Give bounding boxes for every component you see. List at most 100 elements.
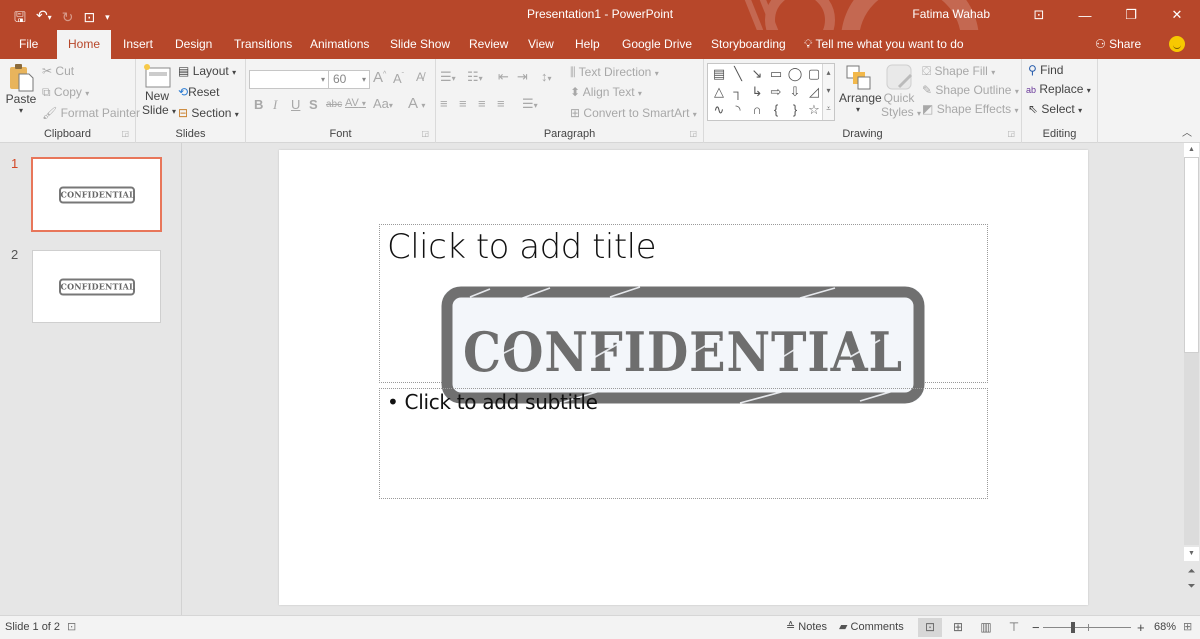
paragraph-dialog-launcher-icon[interactable]: ◲ xyxy=(689,129,697,138)
shape-oval-icon[interactable]: ◯ xyxy=(786,65,804,83)
share-button[interactable]: ⚇ Share xyxy=(1095,30,1141,59)
slide-sorter-view-button[interactable]: ⊞ xyxy=(946,618,970,637)
shape-rectangle-icon[interactable]: ▭ xyxy=(767,65,785,83)
italic-button[interactable]: I xyxy=(273,97,277,113)
format-painter-button[interactable]: 🖌︎ Format Painter xyxy=(42,106,140,120)
zoom-out-button[interactable]: − xyxy=(1032,616,1040,639)
justify-button[interactable]: ≡ xyxy=(497,96,505,111)
gallery-more-icon[interactable]: ⩡ xyxy=(823,100,834,118)
text-direction-button[interactable]: ⫼ Text Direction ▾ xyxy=(570,65,659,80)
tab-transitions[interactable]: Transitions xyxy=(224,30,302,59)
quick-styles-button[interactable]: Quick Styles ▾ xyxy=(881,63,921,119)
scrollbar-thumb[interactable] xyxy=(1184,157,1199,353)
confidential-stamp-image[interactable]: CONFIDENTIAL xyxy=(440,285,926,405)
shape-elbow-connector-icon[interactable]: ┐ xyxy=(729,83,747,101)
gallery-down-icon[interactable]: ▾ xyxy=(823,82,834,100)
reset-button[interactable]: ⟲Reset xyxy=(178,85,219,99)
tab-file[interactable]: File xyxy=(9,30,48,59)
clipboard-dialog-launcher-icon[interactable]: ◲ xyxy=(121,129,129,138)
minimize-button[interactable]: — xyxy=(1062,0,1108,30)
comments-button[interactable]: ▰ Comments xyxy=(839,616,904,639)
font-name-combo[interactable]: ▾ xyxy=(249,70,329,89)
increase-indent-button[interactable]: ⇥ xyxy=(517,69,528,85)
tell-me-search[interactable]: 💡︎ Tell me what you want to do xyxy=(804,30,964,59)
tab-slide-show[interactable]: Slide Show xyxy=(380,30,460,59)
shape-arc-icon[interactable]: ◝ xyxy=(729,101,747,119)
reading-view-button[interactable]: ▥ xyxy=(974,618,998,637)
user-name[interactable]: Fatima Wahab xyxy=(912,7,990,21)
align-text-button[interactable]: ⬍ Align Text ▾ xyxy=(570,85,642,99)
normal-view-button[interactable]: ⊡ xyxy=(918,618,942,637)
change-case-button[interactable]: Aa▾ xyxy=(373,96,393,111)
gallery-up-icon[interactable]: ▴ xyxy=(823,64,834,82)
shape-star-icon[interactable]: ☆ xyxy=(805,101,823,119)
shape-rounded-rect-icon[interactable]: ▢ xyxy=(805,65,823,83)
previous-slide-icon[interactable]: ⏶ xyxy=(1184,566,1199,577)
scroll-up-icon[interactable]: ▲ xyxy=(1184,143,1199,157)
ribbon-display-options-button[interactable]: ⊡ xyxy=(1016,0,1062,30)
shape-snip-rect-icon[interactable]: ◿ xyxy=(805,83,823,101)
underline-button[interactable]: U xyxy=(291,97,300,112)
shape-line-icon[interactable]: ╲ xyxy=(729,65,747,83)
shapes-gallery[interactable]: ▤ ╲ ↘ ▭ ◯ ▢ △ ┐ ↳ ⇨ ⇩ ◿ ∿ ◝ ∩ { } ☆ ▴ ▾ … xyxy=(707,63,835,121)
font-name-dropdown-icon[interactable]: ▾ xyxy=(321,71,325,88)
grow-font-button[interactable]: A^ xyxy=(373,69,386,86)
align-left-button[interactable]: ≡ xyxy=(440,96,448,111)
shapes-gallery-scrollbar[interactable]: ▴ ▾ ⩡ xyxy=(822,64,834,120)
zoom-level[interactable]: 68% xyxy=(1154,616,1176,639)
scroll-down-icon[interactable]: ▼ xyxy=(1184,547,1199,561)
decrease-indent-button[interactable]: ⇤ xyxy=(498,69,509,85)
numbering-button[interactable]: ☷▾ xyxy=(467,69,483,85)
drawing-dialog-launcher-icon[interactable]: ◲ xyxy=(1007,129,1015,138)
close-button[interactable]: ✕ xyxy=(1154,0,1200,30)
copy-button[interactable]: ⧉ Copy ▾ xyxy=(42,85,89,100)
paste-button[interactable]: Paste ▾ xyxy=(5,62,37,115)
new-slide-button[interactable]: New Slide ▾ xyxy=(142,63,176,117)
shrink-font-button[interactable]: Aˇ xyxy=(393,71,404,86)
shape-outline-button[interactable]: ✎ Shape Outline ▾ xyxy=(922,83,1019,97)
layout-button[interactable]: ▤ Layout ▾ xyxy=(178,64,236,78)
shape-down-arrow-icon[interactable]: ⇩ xyxy=(786,83,804,101)
clear-formatting-icon[interactable]: A̸ xyxy=(416,70,424,84)
shape-arrow-line-icon[interactable]: ↘ xyxy=(748,65,766,83)
tab-review[interactable]: Review xyxy=(459,30,518,59)
shape-fill-button[interactable]: ⛋ Shape Fill ▾ xyxy=(922,64,995,79)
character-spacing-button[interactable]: AV ▾ xyxy=(345,97,366,109)
collapse-ribbon-icon[interactable]: ︿ xyxy=(1182,124,1192,139)
shape-curve-icon[interactable]: ∩ xyxy=(748,101,766,119)
zoom-slider-handle[interactable] xyxy=(1071,622,1075,633)
find-button[interactable]: ⚲ Find xyxy=(1028,63,1063,77)
zoom-slider[interactable] xyxy=(1043,627,1131,628)
font-color-button[interactable]: A ▾ xyxy=(408,95,425,112)
convert-to-smartart-button[interactable]: ⊞ Convert to SmartArt ▾ xyxy=(570,106,697,120)
align-center-button[interactable]: ≡ xyxy=(459,96,467,111)
tab-view[interactable]: View xyxy=(518,30,564,59)
slide-thumbnail-1[interactable]: CONFIDENTIAL xyxy=(31,157,162,232)
shape-effects-button[interactable]: ◩ Shape Effects ▾ xyxy=(922,102,1019,116)
tab-animations[interactable]: Animations xyxy=(300,30,379,59)
line-spacing-button[interactable]: ↕▾ xyxy=(541,69,552,84)
restore-button[interactable]: ❐ xyxy=(1108,0,1154,30)
align-right-button[interactable]: ≡ xyxy=(478,96,486,111)
shape-triangle-icon[interactable]: △ xyxy=(710,83,728,101)
tab-design[interactable]: Design xyxy=(165,30,222,59)
arrange-button[interactable]: Arrange ▾ xyxy=(839,63,882,114)
replace-button[interactable]: ab Replace ▾ xyxy=(1026,82,1091,96)
slide-show-view-button[interactable]: ⊤ xyxy=(1002,618,1026,637)
tab-storyboarding[interactable]: Storyboarding xyxy=(701,30,796,59)
slide-canvas[interactable]: Click to add title CONFIDENTIAL • Click … xyxy=(279,150,1088,605)
tab-home[interactable]: Home xyxy=(57,30,112,59)
slide-thumbnail-2[interactable]: CONFIDENTIAL xyxy=(32,250,161,323)
next-slide-icon[interactable]: ⏷ xyxy=(1184,581,1199,592)
paste-dropdown-icon[interactable]: ▾ xyxy=(5,106,37,115)
shape-elbow-arrow-icon[interactable]: ↳ xyxy=(748,83,766,101)
shape-textbox-icon[interactable]: ▤ xyxy=(710,65,728,83)
tab-insert[interactable]: Insert xyxy=(113,30,163,59)
bold-button[interactable]: B xyxy=(254,97,263,112)
shape-right-brace-icon[interactable]: } xyxy=(786,101,804,119)
font-size-dropdown-icon[interactable]: ▾ xyxy=(362,71,366,88)
strikethrough-button[interactable]: abc xyxy=(326,99,342,110)
shape-freeform-icon[interactable]: ∿ xyxy=(710,101,728,119)
tab-google-drive[interactable]: Google Drive xyxy=(612,30,702,59)
tab-help[interactable]: Help xyxy=(565,30,610,59)
